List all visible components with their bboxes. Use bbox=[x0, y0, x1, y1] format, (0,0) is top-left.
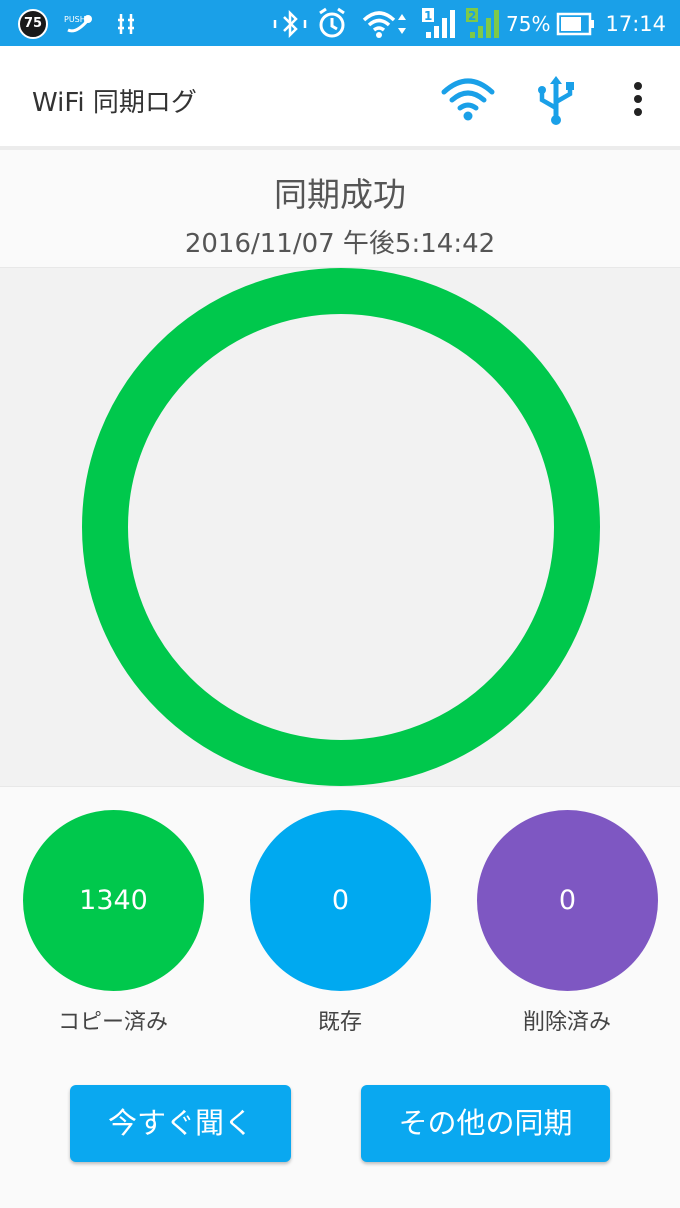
deleted-label: 削除済み bbox=[522, 1010, 611, 1035]
signal-sim1-icon: 1 bbox=[420, 6, 460, 44]
usb-sync-button[interactable] bbox=[528, 72, 584, 128]
fusion-icon: PUSH bbox=[62, 10, 96, 42]
wifi-icon bbox=[441, 78, 495, 121]
wifi-sync-button[interactable] bbox=[440, 72, 496, 128]
copied-count-circle: 1340 bbox=[23, 810, 204, 991]
more-options-button[interactable] bbox=[612, 72, 664, 128]
sim1-number: 1 bbox=[424, 9, 432, 23]
svg-text:PUSH: PUSH bbox=[64, 15, 86, 24]
signal-sim2-icon: 2 bbox=[464, 6, 504, 44]
usb-icon bbox=[538, 76, 574, 125]
sync-progress-area bbox=[0, 267, 680, 787]
deleted-count: 0 bbox=[558, 885, 577, 916]
app-title: WiFi 同期ログ bbox=[32, 88, 197, 118]
sim2-number: 2 bbox=[468, 9, 476, 23]
notification-badge-icon: 75 bbox=[18, 9, 48, 39]
status-bar: 75 PUSH 1 2 75% 17:14 bbox=[0, 0, 680, 46]
battery-icon bbox=[556, 12, 596, 40]
wifi-icon bbox=[360, 8, 408, 44]
battery-percent: 75% bbox=[506, 12, 551, 36]
existing-label: 既存 bbox=[317, 1010, 362, 1035]
copied-count: 1340 bbox=[79, 885, 148, 916]
clock: 17:14 bbox=[605, 12, 666, 36]
listen-now-button[interactable]: 今すぐ聞く bbox=[70, 1085, 291, 1162]
other-sync-button[interactable]: その他の同期 bbox=[361, 1085, 610, 1162]
app-bar: WiFi 同期ログ bbox=[0, 46, 680, 150]
sync-datetime: 2016/11/07 午後5:14:42 bbox=[184, 229, 496, 259]
existing-count-circle: 0 bbox=[250, 810, 431, 991]
alarm-icon bbox=[316, 6, 348, 44]
usb-debug-icon bbox=[116, 12, 136, 40]
sync-status-title: 同期成功 bbox=[274, 175, 406, 214]
existing-count: 0 bbox=[331, 885, 350, 916]
bluetooth-icon bbox=[272, 8, 308, 44]
copied-label: コピー済み bbox=[57, 1010, 168, 1035]
deleted-count-circle: 0 bbox=[477, 810, 658, 991]
sync-progress-ring bbox=[82, 268, 600, 786]
more-vert-icon bbox=[634, 82, 642, 116]
